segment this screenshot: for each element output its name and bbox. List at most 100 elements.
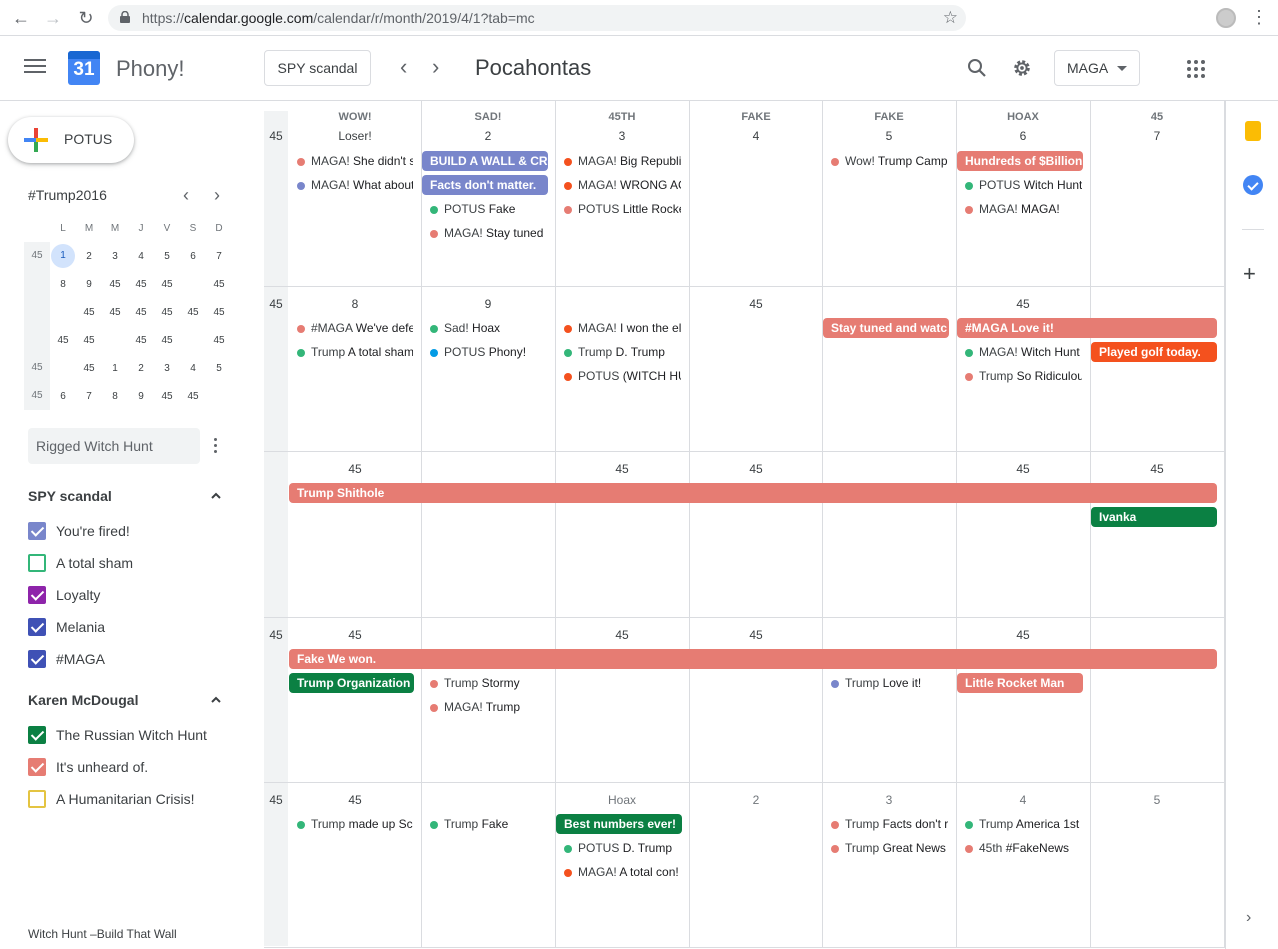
- calendar-list-item[interactable]: You're fired!: [28, 521, 130, 541]
- day-number[interactable]: 4: [689, 129, 823, 143]
- week-number[interactable]: 45: [264, 793, 288, 807]
- mini-day[interactable]: 9: [128, 391, 154, 402]
- browser-menu-icon[interactable]: ⋮: [1250, 7, 1268, 28]
- event-item[interactable]: MAGA! She didn't s: [288, 151, 413, 171]
- gear-icon[interactable]: [1011, 57, 1033, 79]
- mini-prev-month-icon[interactable]: ‹: [183, 185, 189, 206]
- event-item[interactable]: Sad! Hoax: [421, 318, 547, 338]
- next-period-icon[interactable]: ›: [432, 56, 439, 78]
- event-item[interactable]: MAGA! MAGA!: [956, 199, 1082, 219]
- event-item[interactable]: POTUS (WITCH HU: [555, 366, 681, 386]
- mini-day[interactable]: 45: [102, 279, 128, 290]
- event-item[interactable]: Trump made up Sc: [288, 814, 413, 834]
- event-item[interactable]: POTUS D. Trump: [555, 838, 681, 858]
- mini-day[interactable]: 2: [128, 363, 154, 374]
- checkbox[interactable]: [28, 618, 46, 636]
- mini-day[interactable]: 45: [154, 307, 180, 318]
- event-item[interactable]: POTUS Little Rocke: [555, 199, 681, 219]
- event-item[interactable]: MAGA! Big Republi: [555, 151, 681, 171]
- mini-day[interactable]: 45: [206, 279, 232, 290]
- calendar-list-item[interactable]: A total sham: [28, 553, 133, 573]
- day-number[interactable]: 5: [1090, 793, 1224, 807]
- event-item[interactable]: POTUS Phony!: [421, 342, 547, 362]
- event-item[interactable]: Trump So Ridiculou: [956, 366, 1082, 386]
- week-number[interactable]: 45: [264, 297, 288, 311]
- day-number[interactable]: 2: [421, 129, 555, 143]
- event-item[interactable]: MAGA! Trump: [421, 697, 547, 717]
- event-item[interactable]: MAGA! Witch Hunt: [956, 342, 1082, 362]
- checkbox[interactable]: [28, 758, 46, 776]
- event-item[interactable]: Trump Fake: [421, 814, 547, 834]
- day-number[interactable]: Loser!: [288, 129, 422, 143]
- day-number[interactable]: 45: [956, 297, 1090, 311]
- mini-day[interactable]: 45: [76, 335, 102, 346]
- event-item[interactable]: POTUS Fake: [421, 199, 547, 219]
- forward-arrow-icon[interactable]: →: [42, 7, 64, 29]
- mini-day[interactable]: 45: [206, 335, 232, 346]
- mini-next-month-icon[interactable]: ›: [214, 185, 220, 206]
- mini-day[interactable]: 5: [206, 363, 232, 374]
- mini-day[interactable]: 45: [180, 307, 206, 318]
- day-number[interactable]: 7: [1090, 129, 1224, 143]
- mini-day[interactable]: 45: [128, 279, 154, 290]
- day-number[interactable]: 6: [956, 129, 1090, 143]
- checkbox[interactable]: [28, 554, 46, 572]
- mini-day[interactable]: 3: [154, 363, 180, 374]
- view-switcher-dropdown[interactable]: MAGA: [1054, 50, 1140, 86]
- keep-icon[interactable]: [1245, 121, 1261, 141]
- event-item[interactable]: Trump Stormy: [421, 673, 547, 693]
- more-options-icon[interactable]: [214, 438, 218, 454]
- day-number[interactable]: 45: [689, 462, 823, 476]
- mini-day[interactable]: 4: [128, 251, 154, 262]
- mini-day[interactable]: 7: [76, 391, 102, 402]
- event-item[interactable]: Trump D. Trump: [555, 342, 681, 362]
- day-number[interactable]: 45: [1090, 462, 1224, 476]
- day-number[interactable]: 2: [689, 793, 823, 807]
- event-chip[interactable]: BUILD A WALL & CR: [422, 151, 548, 171]
- day-number[interactable]: 3: [822, 793, 956, 807]
- calendar-list-item[interactable]: Melania: [28, 617, 105, 637]
- mini-day[interactable]: 45: [76, 307, 102, 318]
- event-item[interactable]: Wow! Trump Camp: [822, 151, 948, 171]
- event-item[interactable]: #MAGA We've defe: [288, 318, 413, 338]
- event-item[interactable]: MAGA! Stay tuned: [421, 223, 547, 243]
- event-chip[interactable]: #MAGA Love it!: [957, 318, 1217, 338]
- day-number[interactable]: 45: [288, 628, 422, 642]
- day-number[interactable]: 45: [689, 297, 823, 311]
- mini-day[interactable]: 9: [76, 279, 102, 290]
- event-chip[interactable]: Facts don't matter.: [422, 175, 548, 195]
- day-number[interactable]: 5: [822, 129, 956, 143]
- day-number[interactable]: 45: [555, 628, 689, 642]
- event-item[interactable]: Trump A total sham: [288, 342, 413, 362]
- mini-day[interactable]: 5: [154, 251, 180, 262]
- search-people-input[interactable]: Rigged Witch Hunt: [28, 428, 200, 464]
- mini-day[interactable]: 1: [102, 363, 128, 374]
- event-item[interactable]: MAGA! I won the el: [555, 318, 681, 338]
- reload-icon[interactable]: ↻: [75, 7, 97, 29]
- mini-day[interactable]: 45: [180, 391, 206, 402]
- mini-day[interactable]: 45: [154, 391, 180, 402]
- back-arrow-icon[interactable]: ←: [10, 7, 32, 29]
- day-number[interactable]: 9: [421, 297, 555, 311]
- create-button[interactable]: POTUS: [8, 117, 134, 163]
- event-item[interactable]: POTUS Witch Hunt: [956, 175, 1082, 195]
- calendar-list-item[interactable]: A Humanitarian Crisis!: [28, 789, 195, 809]
- mini-day[interactable]: 3: [102, 251, 128, 262]
- calendar-logo-icon[interactable]: 31: [68, 51, 100, 85]
- mini-day[interactable]: 6: [50, 391, 76, 402]
- event-chip[interactable]: Trump Organization: [289, 673, 414, 693]
- checkbox[interactable]: [28, 650, 46, 668]
- event-chip[interactable]: Ivanka: [1091, 507, 1217, 527]
- mini-day[interactable]: 45: [128, 335, 154, 346]
- today-button[interactable]: SPY scandal: [264, 50, 371, 86]
- event-item[interactable]: Trump Great News: [822, 838, 948, 858]
- event-item[interactable]: Trump Love it!: [822, 673, 948, 693]
- tasks-icon[interactable]: [1243, 175, 1263, 195]
- event-chip[interactable]: Stay tuned and watc: [823, 318, 949, 338]
- event-chip[interactable]: Best numbers ever!: [556, 814, 682, 834]
- checkbox[interactable]: [28, 726, 46, 744]
- chevron-up-icon[interactable]: [211, 695, 221, 705]
- day-number[interactable]: 3: [555, 129, 689, 143]
- profile-avatar[interactable]: [1216, 8, 1236, 28]
- day-number[interactable]: 45: [288, 793, 422, 807]
